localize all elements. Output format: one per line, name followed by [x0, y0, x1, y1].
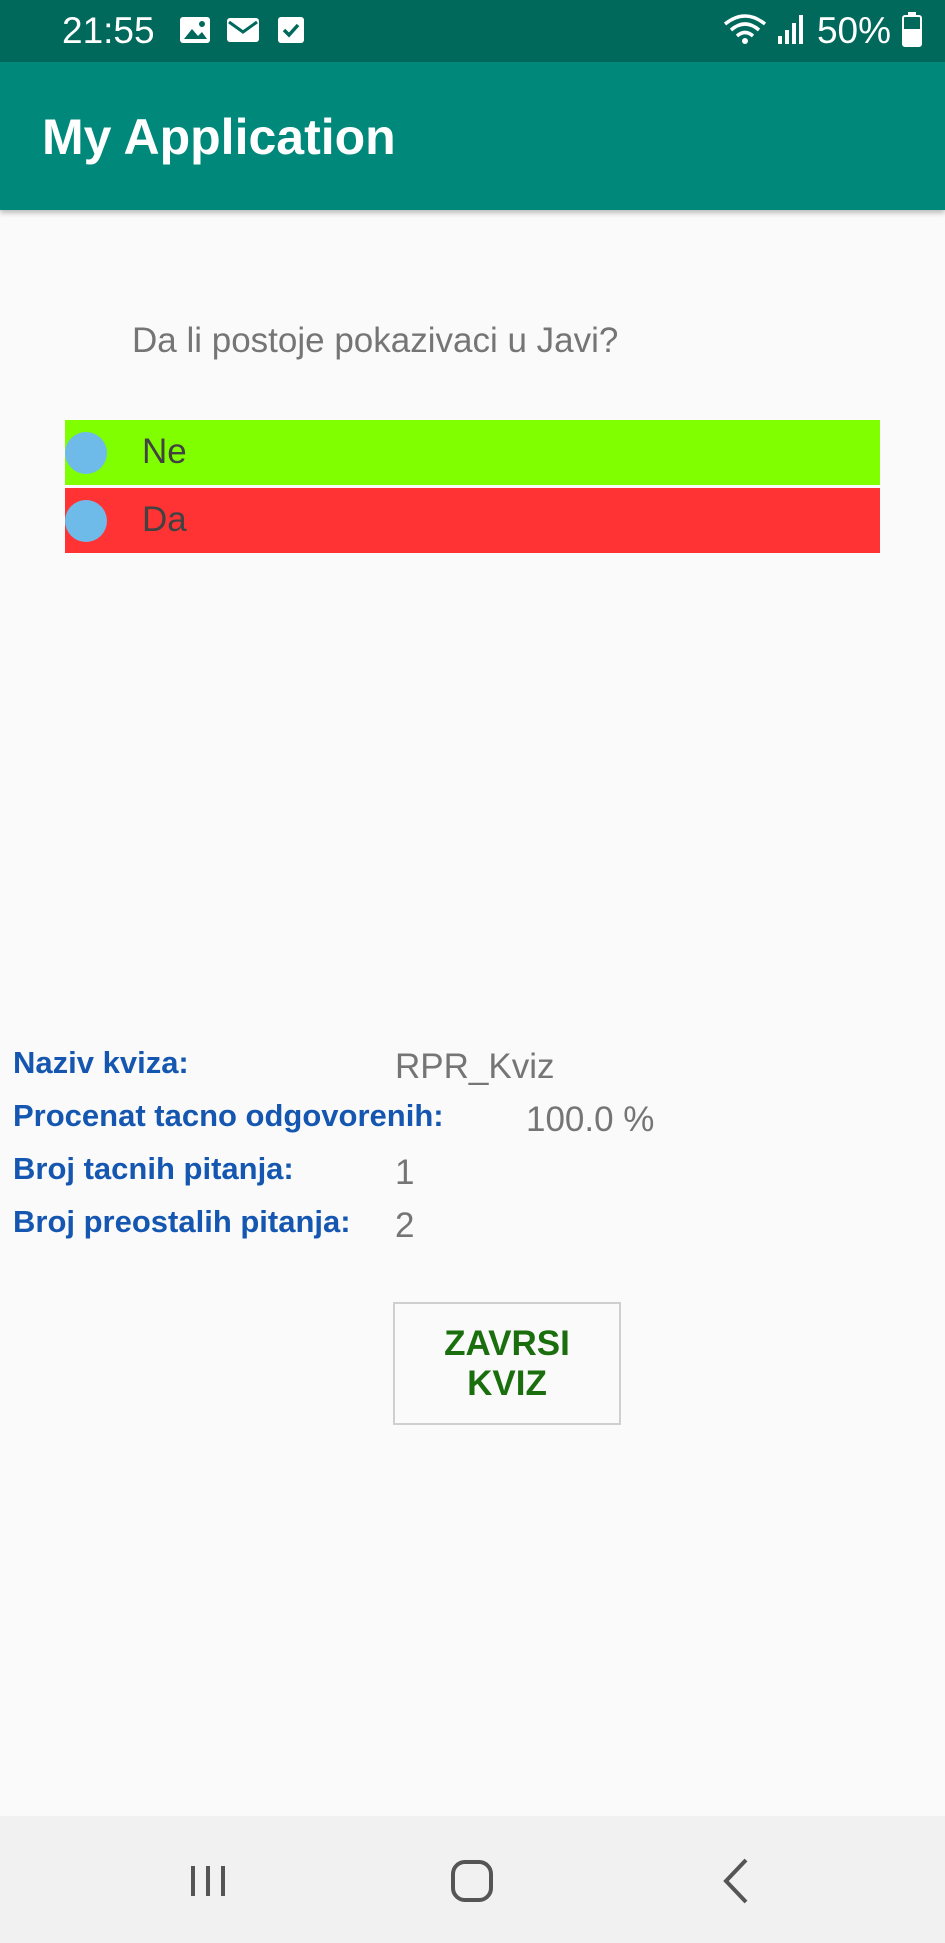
- recent-apps-icon[interactable]: [173, 1846, 243, 1916]
- quiz-name-value: RPR_Kviz: [395, 1047, 555, 1086]
- correct-label: Broj tacnih pitanja:: [13, 1151, 294, 1186]
- question-text: Da li postoje pokazivaci u Javi?: [132, 321, 619, 360]
- battery-icon: [901, 11, 923, 52]
- quiz-info-panel: Naziv kviza: RPR_Kviz Procenat tacno odg…: [0, 1040, 945, 1252]
- finish-quiz-button[interactable]: ZAVRSI KVIZ: [393, 1302, 621, 1425]
- answer-radio-icon[interactable]: [65, 432, 107, 474]
- info-row-correct: Broj tacnih pitanja: 1: [0, 1146, 945, 1199]
- back-icon[interactable]: [702, 1846, 772, 1916]
- status-time: 21:55: [62, 10, 155, 51]
- app-title: My Application: [42, 109, 396, 165]
- answer-option-da[interactable]: Da: [65, 488, 880, 553]
- image-icon: [178, 13, 212, 47]
- app-bar: My Application: [0, 62, 945, 210]
- percent-label: Procenat tacno odgovorenih:: [13, 1098, 444, 1133]
- quiz-name-label: Naziv kviza:: [13, 1045, 189, 1080]
- remaining-value: 2: [395, 1206, 415, 1245]
- answer-label: Da: [142, 500, 187, 539]
- notification-icons: [178, 13, 308, 47]
- info-row-remaining: Broj preostalih pitanja: 2: [0, 1199, 945, 1252]
- mail-icon: [226, 13, 260, 47]
- answers-list: Ne Da: [65, 420, 880, 556]
- info-row-percent: Procenat tacno odgovorenih: 100.0 %: [0, 1093, 945, 1146]
- answer-label: Ne: [142, 432, 187, 471]
- info-row-quiz-name: Naziv kviza: RPR_Kviz: [0, 1040, 945, 1093]
- answer-option-ne[interactable]: Ne: [65, 420, 880, 485]
- status-right: 50%: [723, 8, 923, 54]
- navigation-bar: [0, 1816, 945, 1943]
- battery-percent: 50%: [816, 10, 891, 51]
- correct-value: 1: [395, 1153, 415, 1192]
- percent-value: 100.0 %: [526, 1100, 655, 1139]
- remaining-label: Broj preostalih pitanja:: [13, 1204, 351, 1239]
- signal-icon: [777, 12, 807, 51]
- answer-radio-icon[interactable]: [65, 500, 107, 542]
- home-icon[interactable]: [437, 1846, 507, 1916]
- wifi-icon: [723, 12, 767, 51]
- check-icon: [274, 13, 308, 47]
- status-bar: 21:55 50%: [0, 0, 945, 62]
